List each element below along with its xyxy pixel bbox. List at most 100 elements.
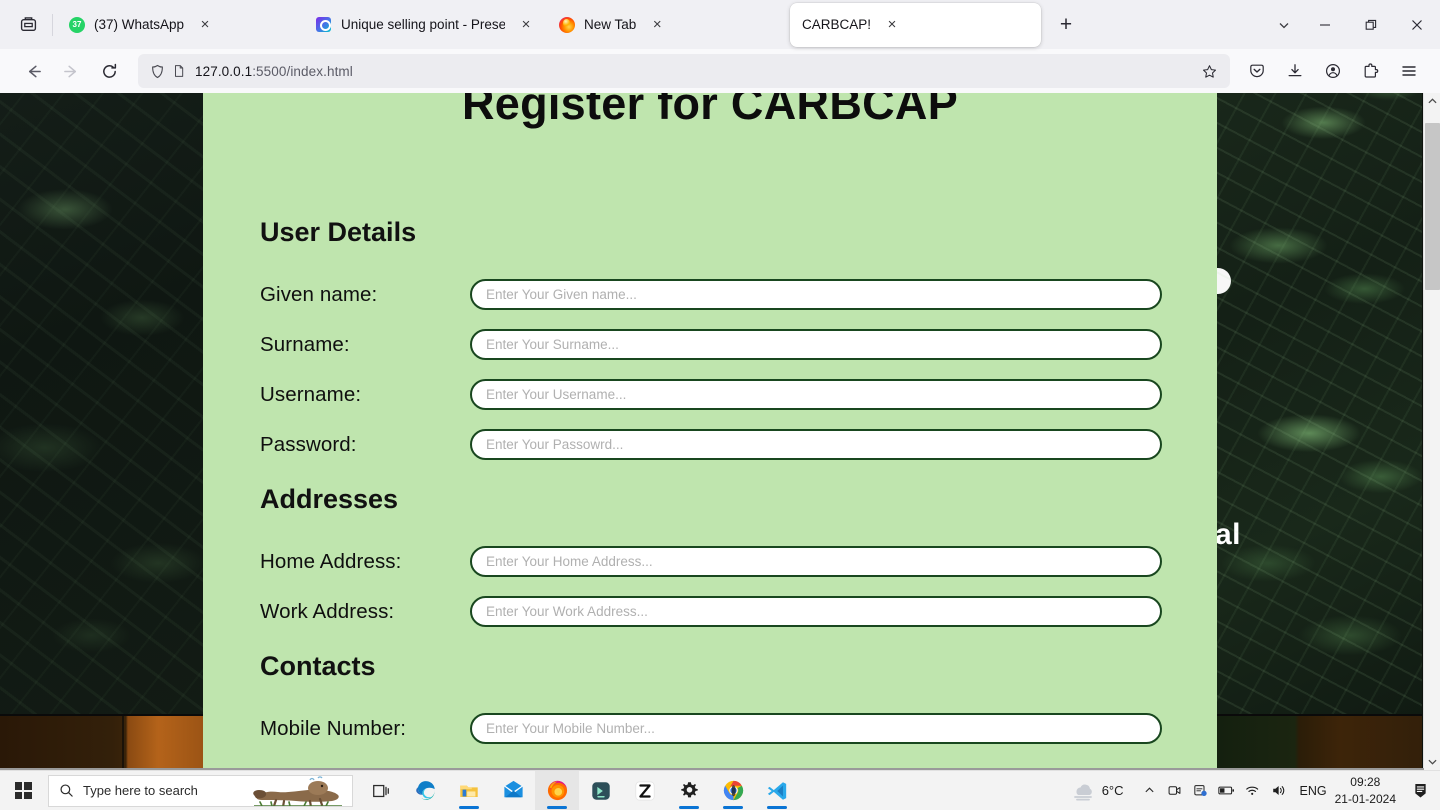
screen-root: al Register for CARBCAP User Details Giv… (0, 0, 1440, 810)
google-chrome-icon (721, 779, 745, 803)
weather-temperature: 6°C (1101, 783, 1124, 798)
taskbar-app-firefox[interactable] (535, 770, 579, 810)
firefox-window: 37 (37) WhatsApp × Unique selling point … (0, 0, 1440, 93)
fog-icon (1070, 780, 1096, 802)
section-heading-contacts: Contacts (260, 650, 376, 681)
app-menu-icon[interactable] (1392, 54, 1426, 88)
restore-button[interactable] (1348, 0, 1394, 49)
minimize-button[interactable] (1302, 0, 1348, 49)
task-view-icon (369, 779, 393, 803)
tab-whatsapp[interactable]: 37 (37) WhatsApp × (57, 6, 302, 44)
taskbar-app-file-explorer[interactable] (447, 771, 491, 810)
running-indicator-chrome (723, 805, 743, 809)
running-indicator-firefox (547, 805, 567, 809)
whatsapp-icon: 37 (69, 16, 85, 33)
windows-taskbar: Type here to search 6°C ENG 09:28 21-01-… (0, 770, 1440, 810)
close-button[interactable] (1394, 0, 1440, 49)
tab-carbcap[interactable]: CARBCAP! × (790, 2, 1041, 47)
input-given-name[interactable] (470, 279, 1162, 310)
label-surname: Surname: (260, 332, 350, 356)
registration-page: Register for CARBCAP User Details Given … (203, 93, 1217, 770)
search-icon (49, 783, 83, 798)
taskbar-app-mail[interactable] (491, 771, 535, 810)
input-home-address[interactable] (470, 546, 1162, 577)
canva-icon (316, 16, 332, 33)
wifi-icon[interactable] (1240, 771, 1266, 810)
start-button[interactable] (0, 771, 46, 810)
taskbar-weather-widget[interactable]: 6°C (1070, 780, 1124, 802)
scroll-down-arrow[interactable] (1424, 753, 1440, 770)
tab-canva-presentation[interactable]: Unique selling point - Presentat × (304, 6, 545, 44)
scroll-up-arrow[interactable] (1424, 93, 1440, 110)
visual-studio-code-icon (765, 779, 789, 803)
battery-icon[interactable] (1214, 771, 1240, 810)
taskbar-app-settings[interactable] (667, 771, 711, 810)
input-username[interactable] (470, 379, 1162, 410)
input-surname[interactable] (470, 329, 1162, 360)
form-row-mobile-number: Mobile Number: (260, 704, 1217, 754)
page-icon (168, 64, 190, 78)
tab-close-new-tab[interactable]: × (644, 12, 670, 38)
taskbar-clock[interactable]: 09:28 21-01-2024 (1335, 774, 1396, 806)
label-username: Username: (260, 382, 362, 406)
account-icon[interactable] (1316, 54, 1350, 88)
taskbar-app-list (359, 770, 799, 810)
taskbar-app-capcut[interactable] (623, 771, 667, 810)
tab-title-canva-presentation: Unique selling point - Presentat (341, 17, 505, 32)
form-row-username: Username: (260, 370, 1217, 420)
form-row-work-address: Work Address: (260, 587, 1217, 637)
list-all-tabs-button[interactable] (1266, 8, 1302, 42)
notification-icon[interactable] (1406, 771, 1434, 810)
extensions-icon[interactable] (1354, 54, 1388, 88)
label-mobile-number: Mobile Number: (260, 716, 407, 740)
tab-list: 37 (37) WhatsApp × Unique selling point … (57, 0, 1043, 49)
form-row-given-name: Given name: (260, 270, 1217, 320)
whatsapp-badge-count: 37 (72, 20, 82, 29)
form-row-surname: Surname: (260, 320, 1217, 370)
url-text[interactable]: 127.0.0.1:5500/index.html (195, 64, 1196, 79)
downloads-icon[interactable] (1278, 54, 1312, 88)
reload-icon[interactable] (92, 54, 126, 88)
firefox-view-button[interactable] (8, 8, 48, 42)
input-password[interactable] (470, 429, 1162, 460)
camera-icon[interactable] (1162, 771, 1188, 810)
tab-close-whatsapp[interactable]: × (192, 12, 218, 38)
form-row-home-address: Home Address: (260, 537, 1217, 587)
platypus-icon (253, 775, 342, 806)
taskbar-app-visual-studio-code[interactable] (755, 771, 799, 810)
tab-close-carbcap[interactable]: × (879, 12, 905, 38)
tab-title-whatsapp: (37) WhatsApp (94, 17, 185, 32)
taskbar-app-google-chrome[interactable] (711, 771, 755, 810)
tab-title-new-tab: New Tab (584, 17, 637, 32)
pocket-icon[interactable] (1240, 54, 1274, 88)
running-indicator-settings (679, 805, 699, 809)
show-hidden-icons-button[interactable] (1138, 785, 1162, 796)
task-view-button[interactable] (359, 771, 403, 810)
back-arrow-icon[interactable] (16, 54, 50, 88)
teams-icon[interactable] (1188, 771, 1214, 810)
taskbar-search-box[interactable]: Type here to search (48, 774, 353, 807)
page-scrollbar[interactable] (1423, 93, 1440, 770)
star-icon[interactable] (1196, 64, 1222, 79)
windows-logo-icon (14, 782, 32, 799)
tab-close-canva-presentation[interactable]: × (513, 12, 539, 38)
navigation-toolbar: 127.0.0.1:5500/index.html (0, 49, 1440, 93)
taskbar-app-microsoft-edge[interactable] (403, 771, 447, 810)
label-home-address: Home Address: (260, 549, 402, 573)
address-bar[interactable]: 127.0.0.1:5500/index.html (138, 54, 1230, 88)
firefox-icon (545, 779, 569, 803)
taskbar-app-terminal[interactable] (579, 771, 623, 810)
new-tab-button[interactable]: + (1049, 8, 1083, 42)
language-indicator[interactable]: ENG (1300, 784, 1327, 798)
url-host: 127.0.0.1 (195, 63, 253, 79)
input-mobile-number[interactable] (470, 713, 1162, 744)
scrollbar-thumb[interactable] (1425, 123, 1440, 290)
file-explorer-icon (457, 779, 481, 803)
forward-arrow-icon[interactable] (54, 54, 88, 88)
tab-new-tab[interactable]: New Tab × (547, 6, 788, 44)
search-placeholder-text: Type here to search (83, 783, 198, 798)
volume-icon[interactable] (1266, 771, 1292, 810)
shield-icon[interactable] (146, 64, 168, 79)
tab-strip-divider (52, 13, 53, 36)
input-work-address[interactable] (470, 596, 1162, 627)
